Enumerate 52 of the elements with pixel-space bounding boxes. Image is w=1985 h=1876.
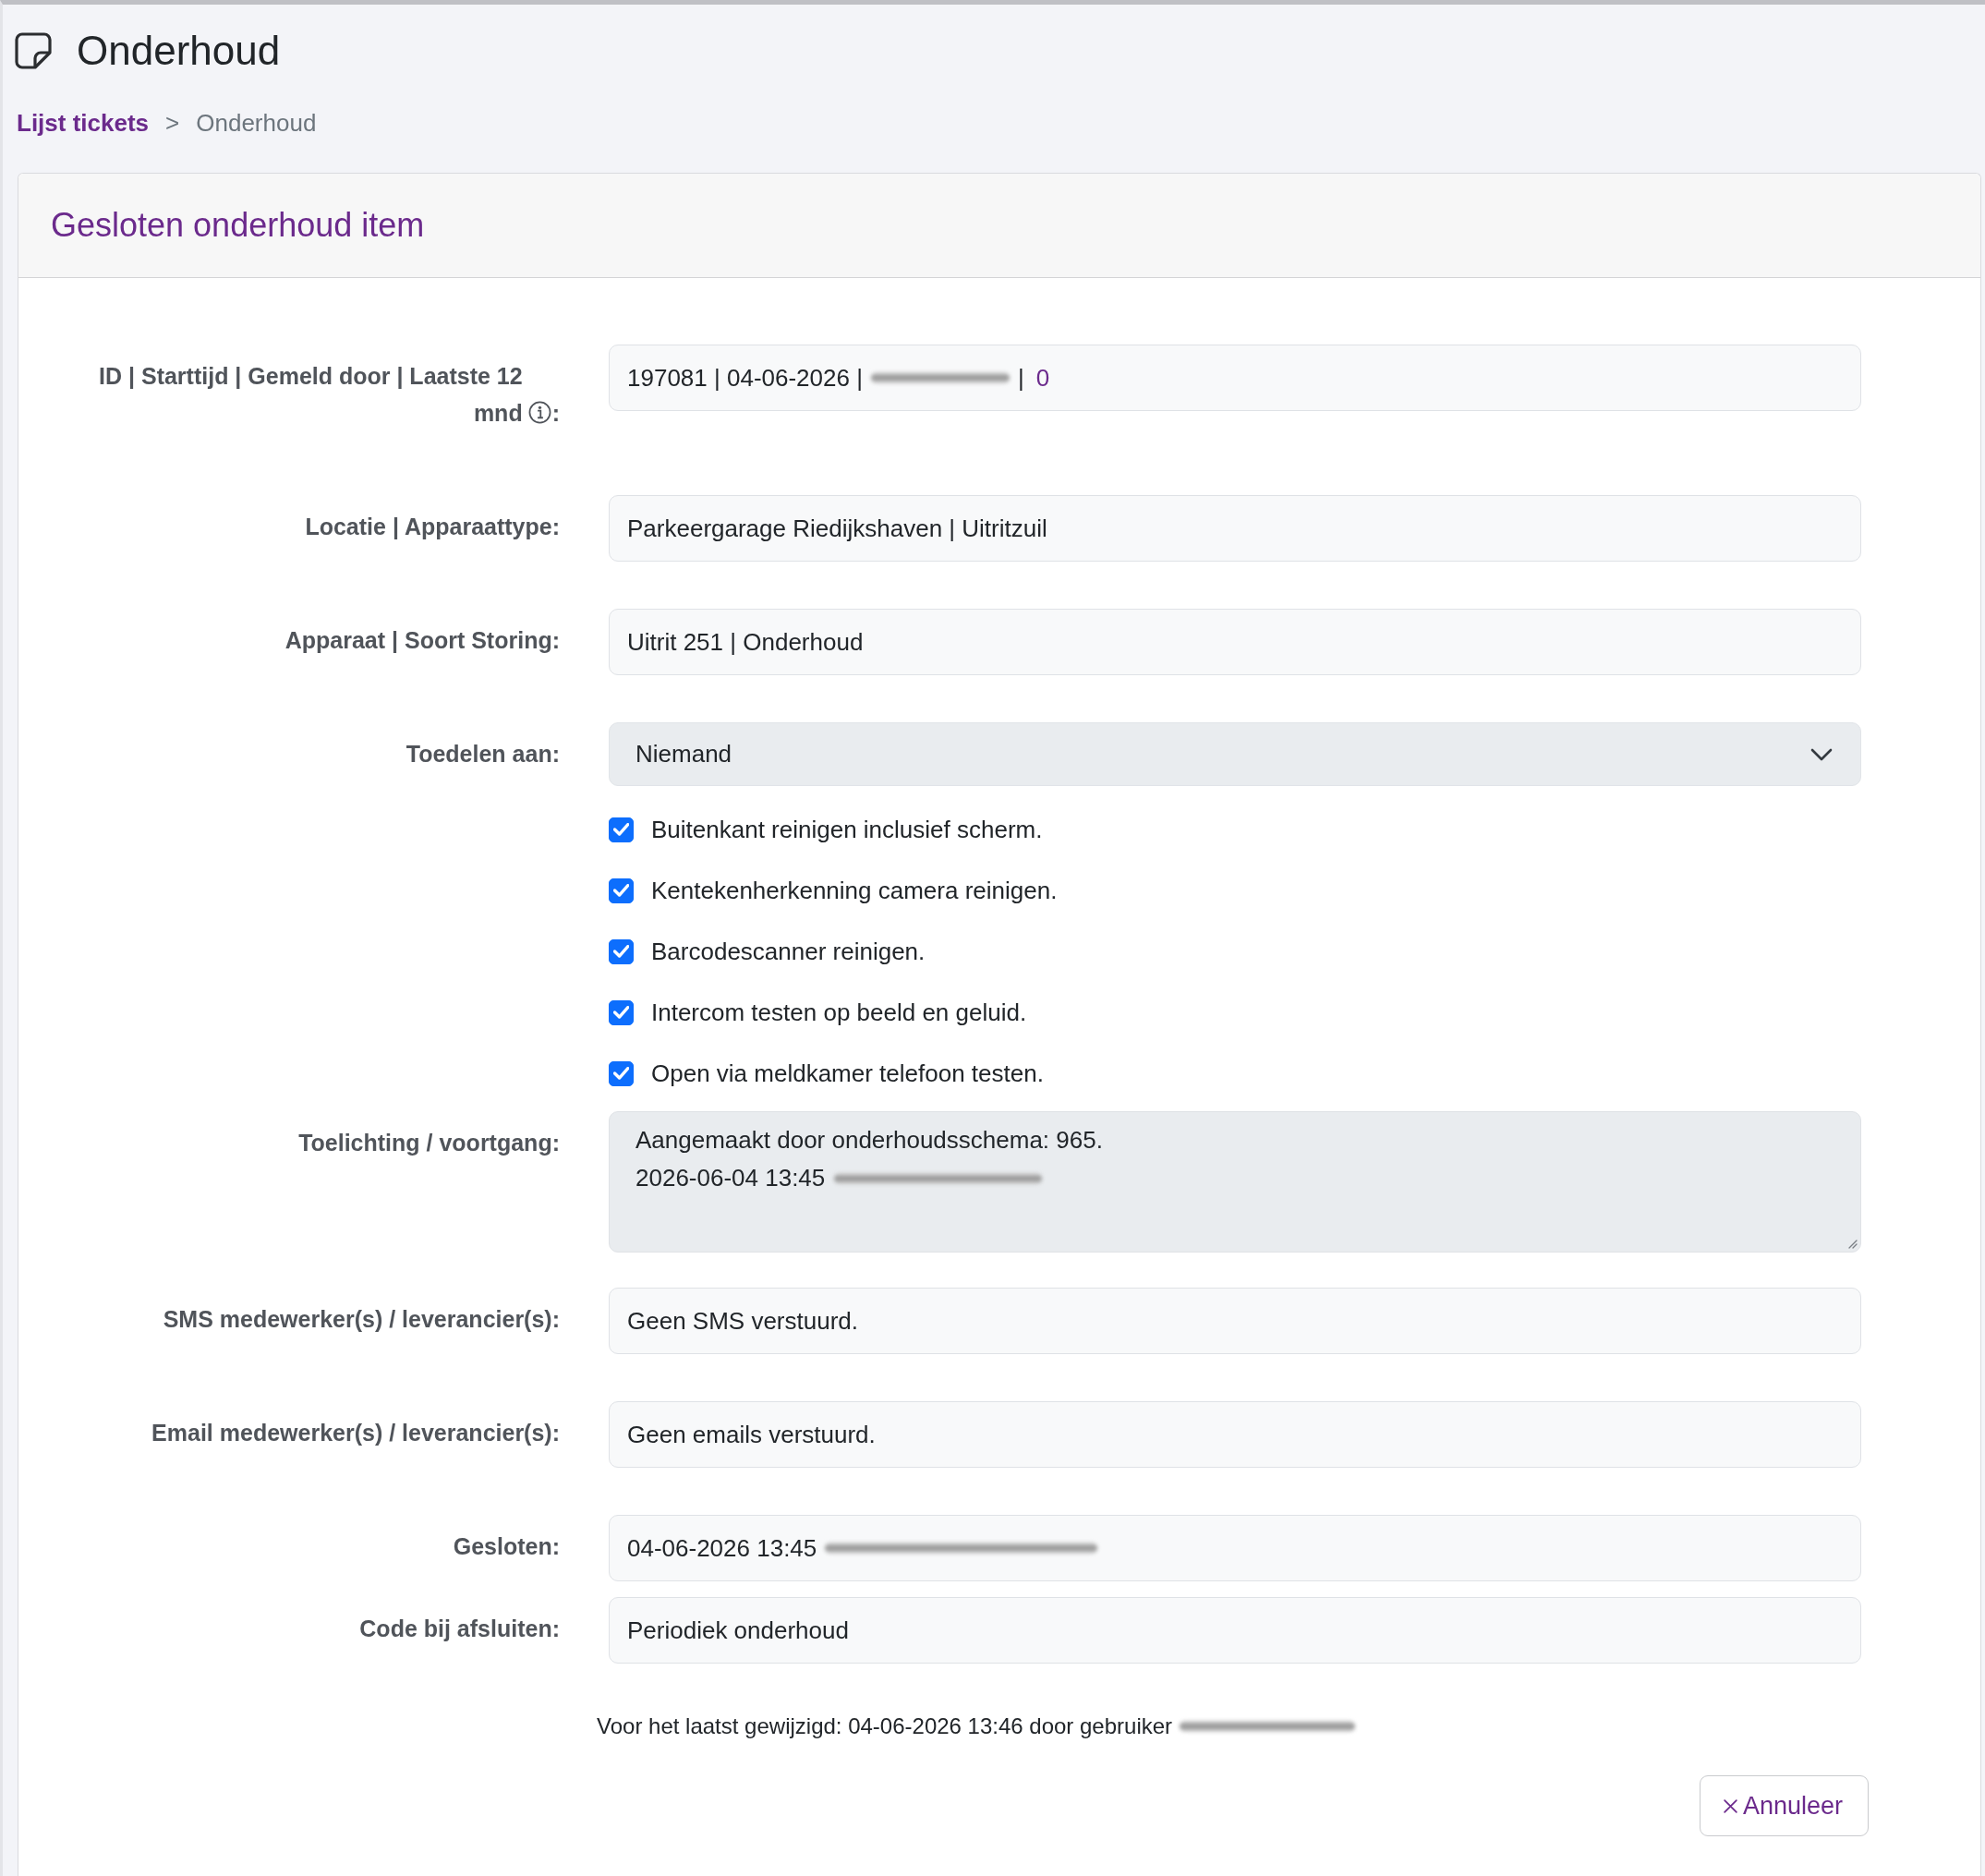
notes-line: Aangemaakt door onderhoudsschema: 965. (635, 1125, 1103, 1156)
chevron-down-icon (1810, 747, 1833, 761)
text-field[interactable]: Periodiek onderhoud (609, 1597, 1861, 1664)
close-icon (1722, 1797, 1738, 1814)
field-label: Toedelen aan: (405, 740, 560, 769)
breadcrumb-current: Onderhoud (196, 108, 317, 139)
notes-line: 2026-06-04 13:45 (635, 1163, 826, 1193)
checkbox-label: Buitenkant reinigen inclusief scherm. (651, 815, 1043, 845)
checkbox-label: Barcodescanner reinigen. (651, 937, 926, 967)
checkbox[interactable] (609, 999, 634, 1025)
breadcrumb-separator: > (165, 108, 180, 139)
breadcrumb-link[interactable]: Lijst tickets (17, 106, 150, 139)
text-field[interactable]: 197081 | 04-06-2026 | | 0 (609, 345, 1861, 411)
resize-grip-icon[interactable] (1846, 1238, 1858, 1249)
page-title: Onderhoud (77, 27, 281, 75)
note-icon (15, 32, 52, 69)
checkbox[interactable] (609, 1060, 634, 1086)
checkmark-icon (613, 1067, 629, 1080)
card-title: Gesloten onderhoud item (51, 205, 425, 246)
field-label: Toelichting / voortgang: (298, 1129, 560, 1157)
field-label: SMS medewerker(s) / leverancier(s): (163, 1305, 560, 1334)
field-label: Gesloten: (453, 1532, 560, 1561)
checkbox-label: Kentekenherkenning camera reinigen. (651, 876, 1058, 906)
field-label: Apparaat | Soort Storing: (284, 626, 560, 655)
checkbox-label: Open via meldkamer telefoon testen. (651, 1059, 1044, 1089)
checkmark-icon (613, 884, 629, 897)
text-field[interactable]: Parkeergarage Riedijkshaven | Uitritzuil (609, 495, 1861, 562)
checkbox-label: Intercom testen op beeld en geluid. (651, 998, 1027, 1028)
info-icon[interactable] (527, 401, 551, 424)
text-field[interactable]: Uitrit 251 | Onderhoud (609, 609, 1861, 675)
checkmark-icon (613, 1006, 629, 1019)
cancel-button[interactable]: Annuleer (1699, 1775, 1869, 1836)
field-label: Email medewerker(s) / leverancier(s): (151, 1419, 560, 1447)
text-field[interactable]: Geen SMS verstuurd. (609, 1288, 1861, 1354)
checkmark-icon (613, 945, 629, 958)
field-value: 197081 | 04-06-2026 | (627, 363, 863, 393)
select-field[interactable]: Niemand (609, 722, 1861, 786)
field-label: ID | Starttijd | Gemeld door | Laatste 12 mnd (98, 362, 523, 428)
text-field[interactable]: Geen emails verstuurd. (609, 1401, 1861, 1468)
field-label: Code bij afsluiten: (359, 1615, 560, 1643)
label-colon: : (551, 399, 560, 428)
field-value: 04-06-2026 13:45 (627, 1533, 817, 1563)
text-field[interactable]: 04-06-2026 13:45 (609, 1515, 1861, 1581)
field-label: Locatie | Apparaattype: (305, 513, 560, 541)
count-link[interactable]: 0 (1035, 363, 1050, 393)
field-value: | (1017, 363, 1024, 393)
checkbox[interactable] (609, 877, 634, 903)
checkbox[interactable] (609, 817, 634, 842)
notes-field[interactable]: Aangemaakt door onderhoudsschema: 965. 2026-06-04 13:45 (609, 1111, 1861, 1253)
last-modified-text: Voor het laatst gewijzigd: 04-06-2026 13:46 door gebruiker (597, 1713, 1173, 1740)
checkbox[interactable] (609, 938, 634, 964)
checkmark-icon (613, 823, 629, 836)
